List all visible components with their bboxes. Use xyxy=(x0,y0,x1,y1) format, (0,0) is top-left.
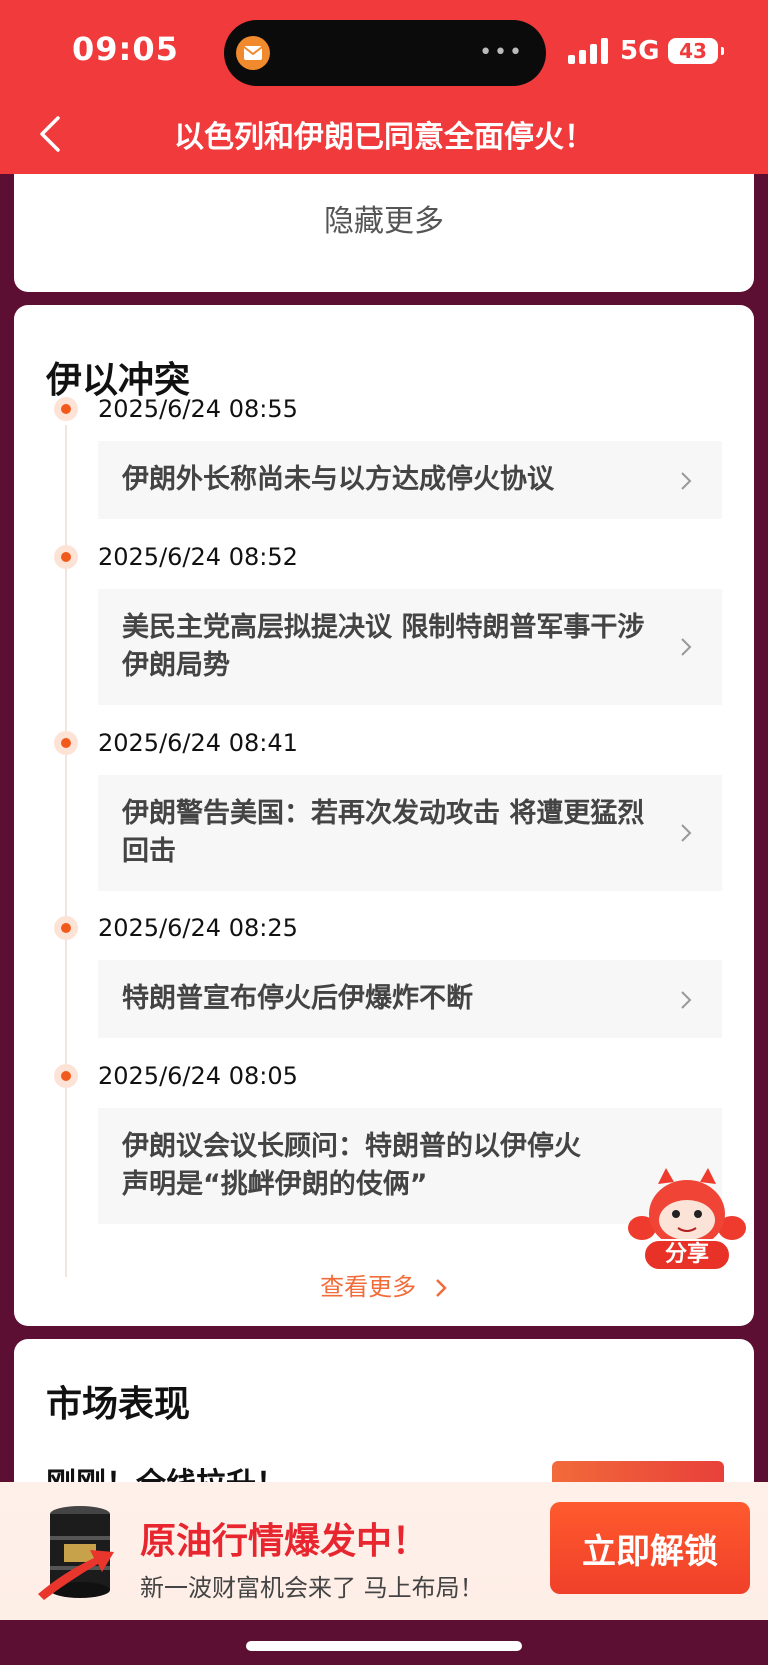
timeline-time: 2025/6/24 08:55 xyxy=(98,395,298,423)
chevron-right-icon xyxy=(681,472,692,490)
mail-icon xyxy=(236,36,270,70)
timeline-news-text: 伊朗警告美国：若再次发动攻击 将遭更猛烈回击 xyxy=(122,798,645,867)
signal-icon xyxy=(568,38,612,64)
page-title: 以色列和伊朗已同意全面停火！ xyxy=(174,120,594,155)
see-more-button[interactable]: 查看更多 xyxy=(14,1267,754,1302)
timeline-time: 2025/6/24 08:05 xyxy=(98,1062,298,1090)
market-title: 市场表现 xyxy=(46,1384,191,1425)
chevron-right-icon xyxy=(435,1279,447,1297)
ad-banner[interactable]: 原油行情爆发中！ 新一波财富机会来了 马上布局！ 立即解锁 xyxy=(0,1482,768,1620)
timeline-news-link[interactable]: 伊朗警告美国：若再次发动攻击 将遭更猛烈回击 xyxy=(98,775,722,891)
timeline-dot-icon xyxy=(54,545,78,569)
status-time: 09:05 xyxy=(72,30,179,68)
more-dots-icon: ••• xyxy=(479,40,524,65)
top-header: 09:05 ••• 5G 43 以色列和伊朗已同意全面停火！ xyxy=(0,0,768,174)
chevron-right-icon xyxy=(681,638,692,656)
battery-level: 43 xyxy=(679,39,707,63)
page: 09:05 ••• 5G 43 以色列和伊朗已同意全面停火！ 隐藏更多 伊以冲突 xyxy=(0,0,768,1665)
timeline-news-text: 特朗普宣布停火后伊爆炸不断 xyxy=(122,983,473,1014)
timeline-news-text: 伊朗议会议长顾问：特朗普的以伊停火声明是“挑衅伊朗的伎俩” xyxy=(122,1131,581,1200)
see-more-label: 查看更多 xyxy=(320,1273,417,1301)
share-button[interactable]: 分享 xyxy=(626,1162,748,1272)
battery-icon: 43 xyxy=(668,38,724,64)
timeline-dot-icon xyxy=(54,397,78,421)
hide-more-button[interactable]: 隐藏更多 xyxy=(14,196,754,240)
home-indicator[interactable] xyxy=(246,1641,522,1651)
dynamic-island: ••• xyxy=(224,20,546,86)
timeline-dot-icon xyxy=(54,1064,78,1088)
timeline-news-link[interactable]: 特朗普宣布停火后伊爆炸不断 xyxy=(98,960,722,1038)
timeline-dot-icon xyxy=(54,731,78,755)
timeline-news-text: 伊朗外长称尚未与以方达成停火协议 xyxy=(122,464,554,495)
timeline-news-link[interactable]: 伊朗外长称尚未与以方达成停火协议 xyxy=(98,441,722,519)
ad-subtitle: 新一波财富机会来了 马上布局！ xyxy=(140,1574,484,1602)
timeline-dot-icon xyxy=(54,916,78,940)
network-type: 5G xyxy=(620,36,660,66)
timeline-news-text: 美民主党高层拟提决议 限制特朗普军事干涉伊朗局势 xyxy=(122,612,645,681)
timeline-time: 2025/6/24 08:25 xyxy=(98,914,298,942)
chevron-right-icon xyxy=(681,991,692,1009)
timeline-time: 2025/6/24 08:52 xyxy=(98,543,298,571)
share-label: 分享 xyxy=(664,1242,709,1267)
ad-title: 原油行情爆发中！ xyxy=(140,1521,429,1562)
unlock-button[interactable]: 立即解锁 xyxy=(550,1502,750,1594)
hide-more-card: 隐藏更多 xyxy=(14,174,754,292)
oil-barrel-icon xyxy=(38,1506,114,1600)
chevron-left-icon xyxy=(40,116,60,152)
timeline-news-link[interactable]: 美民主党高层拟提决议 限制特朗普军事干涉伊朗局势 xyxy=(98,589,722,705)
back-button[interactable] xyxy=(36,112,64,156)
timeline-time: 2025/6/24 08:41 xyxy=(98,729,298,757)
chevron-right-icon xyxy=(681,824,692,842)
